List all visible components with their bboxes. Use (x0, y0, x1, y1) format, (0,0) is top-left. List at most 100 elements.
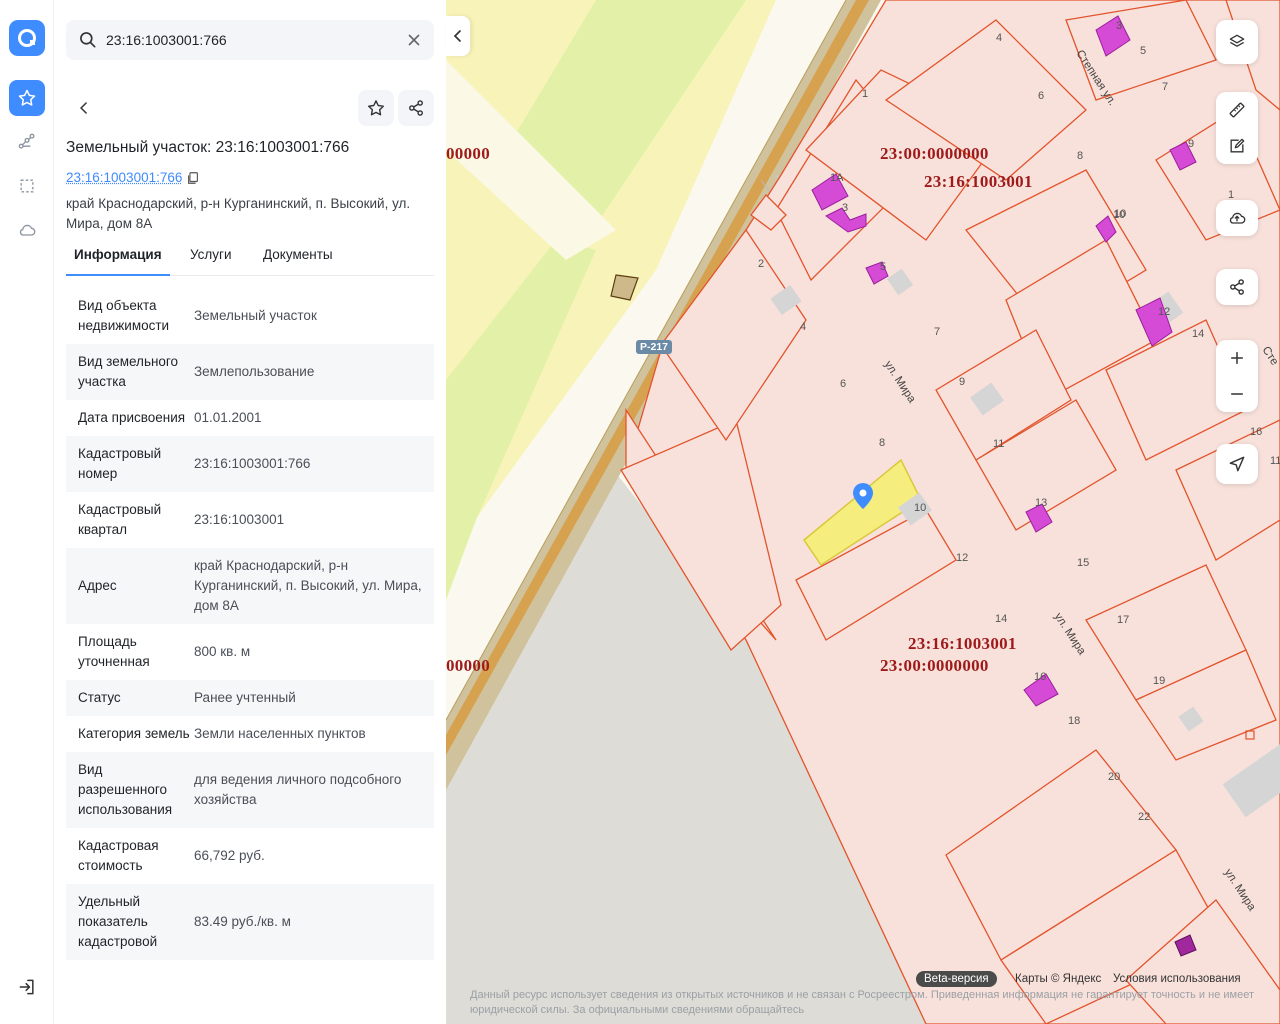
upload-control (1216, 200, 1258, 236)
dashed-square-icon (20, 179, 34, 193)
info-row: Статус Ранее учтенный (66, 680, 434, 716)
logo-icon (18, 29, 36, 47)
info-row-key: Кадастровый номер (78, 446, 162, 481)
info-row: Категория земель Земли населенных пунктов (66, 716, 434, 752)
clear-search-button[interactable] (404, 30, 424, 50)
app-logo[interactable] (9, 20, 45, 56)
map-base-layer (446, 0, 1280, 1024)
favorites-button[interactable] (9, 80, 45, 116)
info-row: Дата присвоения 01.01.2001 (66, 400, 434, 436)
geolocation-control (1216, 444, 1258, 484)
house-number: 22 (1138, 811, 1151, 823)
house-number: 3 (842, 202, 849, 214)
info-row-key: Кадастровый квартал (78, 502, 162, 537)
info-row: Кадастровый квартал 23:16:1003001 (66, 492, 434, 548)
house-number: 12 (1158, 306, 1171, 318)
side-panel: Земельный участок: 23:16:1003001:766 23:… (54, 0, 446, 1024)
house-number: 10 (1113, 209, 1126, 221)
info-row: Вид земельного участка Землепользование (66, 344, 434, 400)
upload-button[interactable] (1216, 200, 1258, 236)
house-number: 6 (1038, 90, 1045, 102)
tab-information[interactable]: Информация (66, 247, 170, 276)
disclaimer-text: Данный ресурс использует сведения из отк… (470, 989, 1254, 1016)
tab-documents[interactable]: Документы (263, 247, 333, 274)
share-icon (1230, 279, 1244, 295)
info-row: Вид разрешенного использования для ведени… (66, 752, 434, 828)
house-number: 13 (1035, 497, 1048, 509)
house-number: 8 (879, 437, 886, 449)
zoom-in-button[interactable] (1216, 340, 1258, 376)
copy-icon[interactable] (186, 171, 200, 185)
collapse-panel-button[interactable] (446, 16, 470, 56)
house-number: 12 (956, 552, 969, 564)
house-number: 16 (1250, 426, 1263, 438)
edit-icon (1230, 138, 1245, 153)
share-control (1216, 269, 1258, 305)
cadastral-number-link[interactable]: 23:16:1003001:766 (66, 170, 182, 185)
layers-button[interactable] (1216, 20, 1258, 64)
layers-icon (1229, 34, 1245, 47)
house-number: 7 (1162, 81, 1169, 93)
logout-button[interactable] (17, 977, 37, 997)
draw-controls (1216, 92, 1258, 164)
info-row-value: 01.01.2001 (194, 410, 262, 425)
house-number: 3 (1116, 20, 1123, 32)
select-area-button[interactable] (9, 168, 45, 204)
info-row-value: 66,792 руб. (194, 848, 265, 863)
house-number: 7 (934, 326, 941, 338)
search-bar (66, 20, 434, 60)
house-number: 2 (758, 258, 765, 270)
info-row-key: Категория земель (78, 726, 190, 741)
info-row-key: Дата присвоения (78, 410, 186, 425)
house-number: 14 (1192, 328, 1205, 340)
house-number: 5 (1140, 45, 1147, 57)
quarter-label: 23:00:0000000 (880, 144, 989, 163)
search-input[interactable] (106, 28, 396, 52)
info-row: Удельный показатель кадастровой 83.49 руб… (66, 884, 434, 960)
edit-button[interactable] (1216, 128, 1258, 164)
info-table: Вид объекта недвижимости Земельный участо… (66, 288, 434, 1002)
info-row-value: 83.49 руб./кв. м (194, 914, 291, 929)
navigation-arrow-icon (1229, 456, 1245, 472)
quarter-label: 23:16:1003001 (908, 634, 1017, 653)
house-number: 8 (1077, 150, 1084, 162)
minus-icon (1231, 393, 1243, 395)
map-share-button[interactable] (1216, 269, 1258, 305)
star-icon (368, 100, 384, 116)
geolocation-button[interactable] (1216, 444, 1258, 484)
route-button[interactable] (9, 124, 45, 160)
quarter-label: 23:00:0000000 (880, 656, 989, 675)
map-canvas[interactable]: 23:00:0000000 23:16:1003001 23:16:100300… (446, 0, 1280, 1024)
house-number: 4 (800, 321, 807, 333)
favorite-toggle-button[interactable] (358, 90, 394, 126)
house-number: 6 (840, 378, 847, 390)
share-icon (409, 100, 423, 116)
logout-icon (19, 979, 34, 995)
tab-bar: Информация Услуги Документы (66, 240, 434, 276)
house-number: 4 (996, 32, 1003, 44)
map-attribution-link[interactable]: Карты © Яндекс (1015, 973, 1101, 985)
terms-of-use-link[interactable]: Условия использования (1113, 973, 1241, 985)
house-number: 20 (1108, 771, 1121, 783)
info-row: Кадастровый номер 23:16:1003001:766 (66, 436, 434, 492)
house-number: 9 (959, 376, 966, 388)
quarter-label: 00000 (446, 144, 490, 163)
info-row-value: Ранее учтенный (194, 690, 296, 705)
house-number: 16 (1034, 671, 1047, 683)
object-title: Земельный участок: 23:16:1003001:766 (66, 139, 350, 156)
chevron-left-icon (80, 102, 87, 114)
search-icon (80, 32, 96, 48)
cloud-button[interactable] (9, 212, 45, 248)
tab-services[interactable]: Услуги (190, 247, 232, 274)
share-button[interactable] (398, 90, 434, 126)
house-number: 17 (1117, 614, 1130, 626)
house-number: 1 (862, 88, 869, 100)
house-number: 14 (995, 613, 1008, 625)
info-row-key: Площадь уточненная (78, 634, 150, 669)
back-button[interactable] (66, 90, 102, 126)
ruler-button[interactable] (1216, 92, 1258, 128)
zoom-out-button[interactable] (1216, 376, 1258, 412)
info-row: Вид объекта недвижимости Земельный участо… (66, 288, 434, 344)
info-row-key: Удельный показатель кадастровой (78, 894, 158, 949)
zoom-control (1216, 340, 1258, 412)
